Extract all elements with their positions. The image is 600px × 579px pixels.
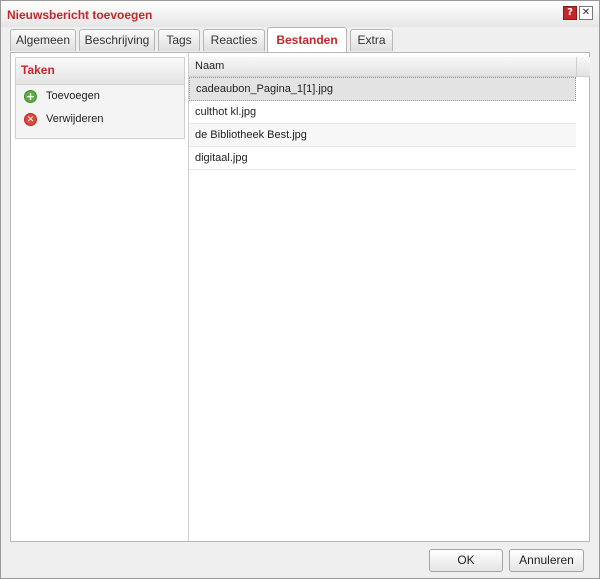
table-row[interactable]: culthot kl.jpg [189,101,576,124]
tab-bestanden[interactable]: Bestanden [267,27,347,53]
table-row[interactable]: digitaal.jpg [189,147,576,170]
dialog-window: Nieuwsbericht toevoegen ? ✕ Algemeen Bes… [0,0,600,579]
dialog-title: Nieuwsbericht toevoegen [7,8,153,22]
file-grid: Naam cadeaubon_Pagina_1[1].jpg culthot k… [189,57,576,170]
close-icon[interactable]: ✕ [579,6,593,20]
titlebar[interactable]: Nieuwsbericht toevoegen ? ✕ [1,1,599,27]
cancel-button[interactable]: Annuleren [509,549,584,572]
tab-beschrijving[interactable]: Beschrijving [79,29,155,51]
add-task[interactable]: + Toevoegen [16,85,184,108]
tab-panel-bestanden: Taken + Toevoegen ✕ Verwijderen Naam cad… [10,52,590,542]
tab-extra[interactable]: Extra [350,29,393,51]
tab-algemeen[interactable]: Algemeen [10,29,76,51]
add-icon: + [24,90,37,103]
table-row[interactable]: cadeaubon_Pagina_1[1].jpg [189,77,576,101]
column-header-naam[interactable]: Naam [189,57,576,77]
remove-task[interactable]: ✕ Verwijderen [16,108,184,131]
help-icon[interactable]: ? [563,6,577,20]
tasks-header: Taken [16,58,184,85]
grid-header-filler [576,57,590,77]
tab-tags[interactable]: Tags [158,29,200,51]
remove-icon: ✕ [24,113,37,126]
tab-reacties[interactable]: Reacties [203,29,265,51]
ok-button[interactable]: OK [429,549,503,572]
tasks-box: Taken + Toevoegen ✕ Verwijderen [15,57,185,139]
table-row[interactable]: de Bibliotheek Best.jpg [189,124,576,147]
remove-task-label: Verwijderen [46,113,104,125]
add-task-label: Toevoegen [46,90,100,102]
